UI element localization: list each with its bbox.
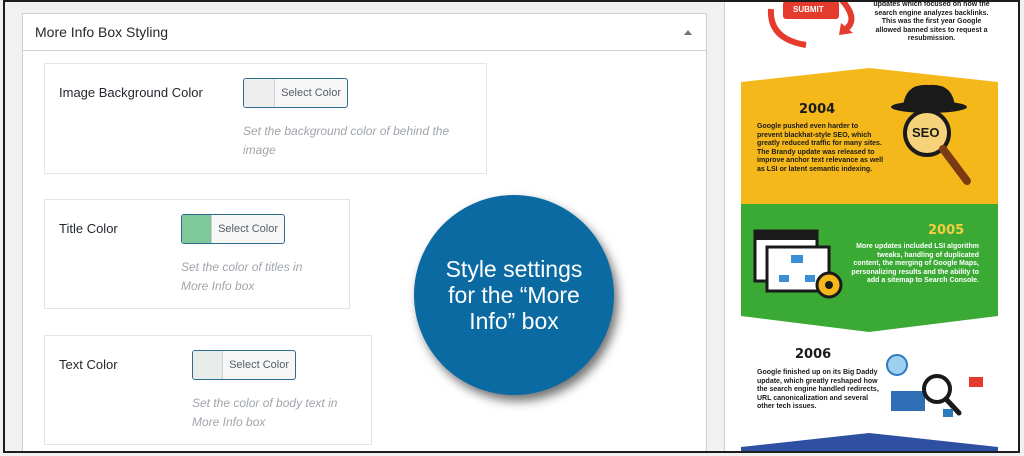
sidebar-infographic: SUBMIT updates which focused on how the … <box>724 1 1018 451</box>
more-info-box-styling-panel: More Info Box Styling Image Background C… <box>22 13 707 451</box>
select-color-label: Select Color <box>218 223 278 235</box>
image-background-color-picker-button[interactable]: Select Color <box>243 78 348 108</box>
setting-image-background-color: Image Background Color Select Color Set … <box>44 63 487 174</box>
setting-label: Text Color <box>59 357 118 372</box>
setting-description: Set the color of titles in More Info box <box>181 260 303 293</box>
postbox-header[interactable]: More Info Box Styling <box>23 14 706 51</box>
section-text-2005: More updates included LSI algorithm twea… <box>851 243 979 284</box>
select-color-label: Select Color <box>229 359 289 371</box>
callout-text: Style settings for the “More Info” box <box>445 256 583 334</box>
setting-description: Set the color of body text in More Info … <box>192 396 338 429</box>
year-2006: 2006 <box>795 347 832 362</box>
callout-circle: Style settings for the “More Info” box <box>414 195 614 395</box>
submit-badge: SUBMIT <box>793 5 824 14</box>
color-swatch <box>244 79 276 107</box>
setting-description: Set the background color of behind the i… <box>243 124 450 157</box>
setting-label: Title Color <box>59 221 118 236</box>
search-analytics-icons <box>886 354 983 417</box>
year-2004: 2004 <box>799 102 836 117</box>
sitemap-window-gear-icon <box>753 229 843 299</box>
text-color-picker-button[interactable]: Select Color <box>192 350 296 380</box>
seo-icon-label: SEO <box>912 125 940 140</box>
title-color-picker-button[interactable]: Select Color <box>181 214 285 244</box>
setting-label: Image Background Color <box>59 85 203 100</box>
collapse-toggle-icon[interactable] <box>684 29 692 35</box>
setting-text-color: Text Color Select Color Set the color of… <box>44 335 372 445</box>
infographic-top-section: SUBMIT updates which focused on how the … <box>741 1 998 69</box>
setting-title-color: Title Color Select Color Set the color o… <box>44 199 350 309</box>
color-swatch <box>193 351 224 379</box>
postbox-title: More Info Box Styling <box>35 24 169 40</box>
section-text-2006: Google finished up on its Big Daddy upda… <box>757 369 879 410</box>
section-text: updates which focused on how the search … <box>873 1 990 42</box>
screenshot-frame: More Info Box Styling Image Background C… <box>3 0 1020 453</box>
year-2005: 2005 <box>928 223 965 238</box>
select-color-label: Select Color <box>281 87 341 99</box>
color-swatch <box>182 215 213 243</box>
section-text-2004: Google pushed even harder to prevent bla… <box>757 123 884 173</box>
band-bottom-background <box>741 433 998 451</box>
